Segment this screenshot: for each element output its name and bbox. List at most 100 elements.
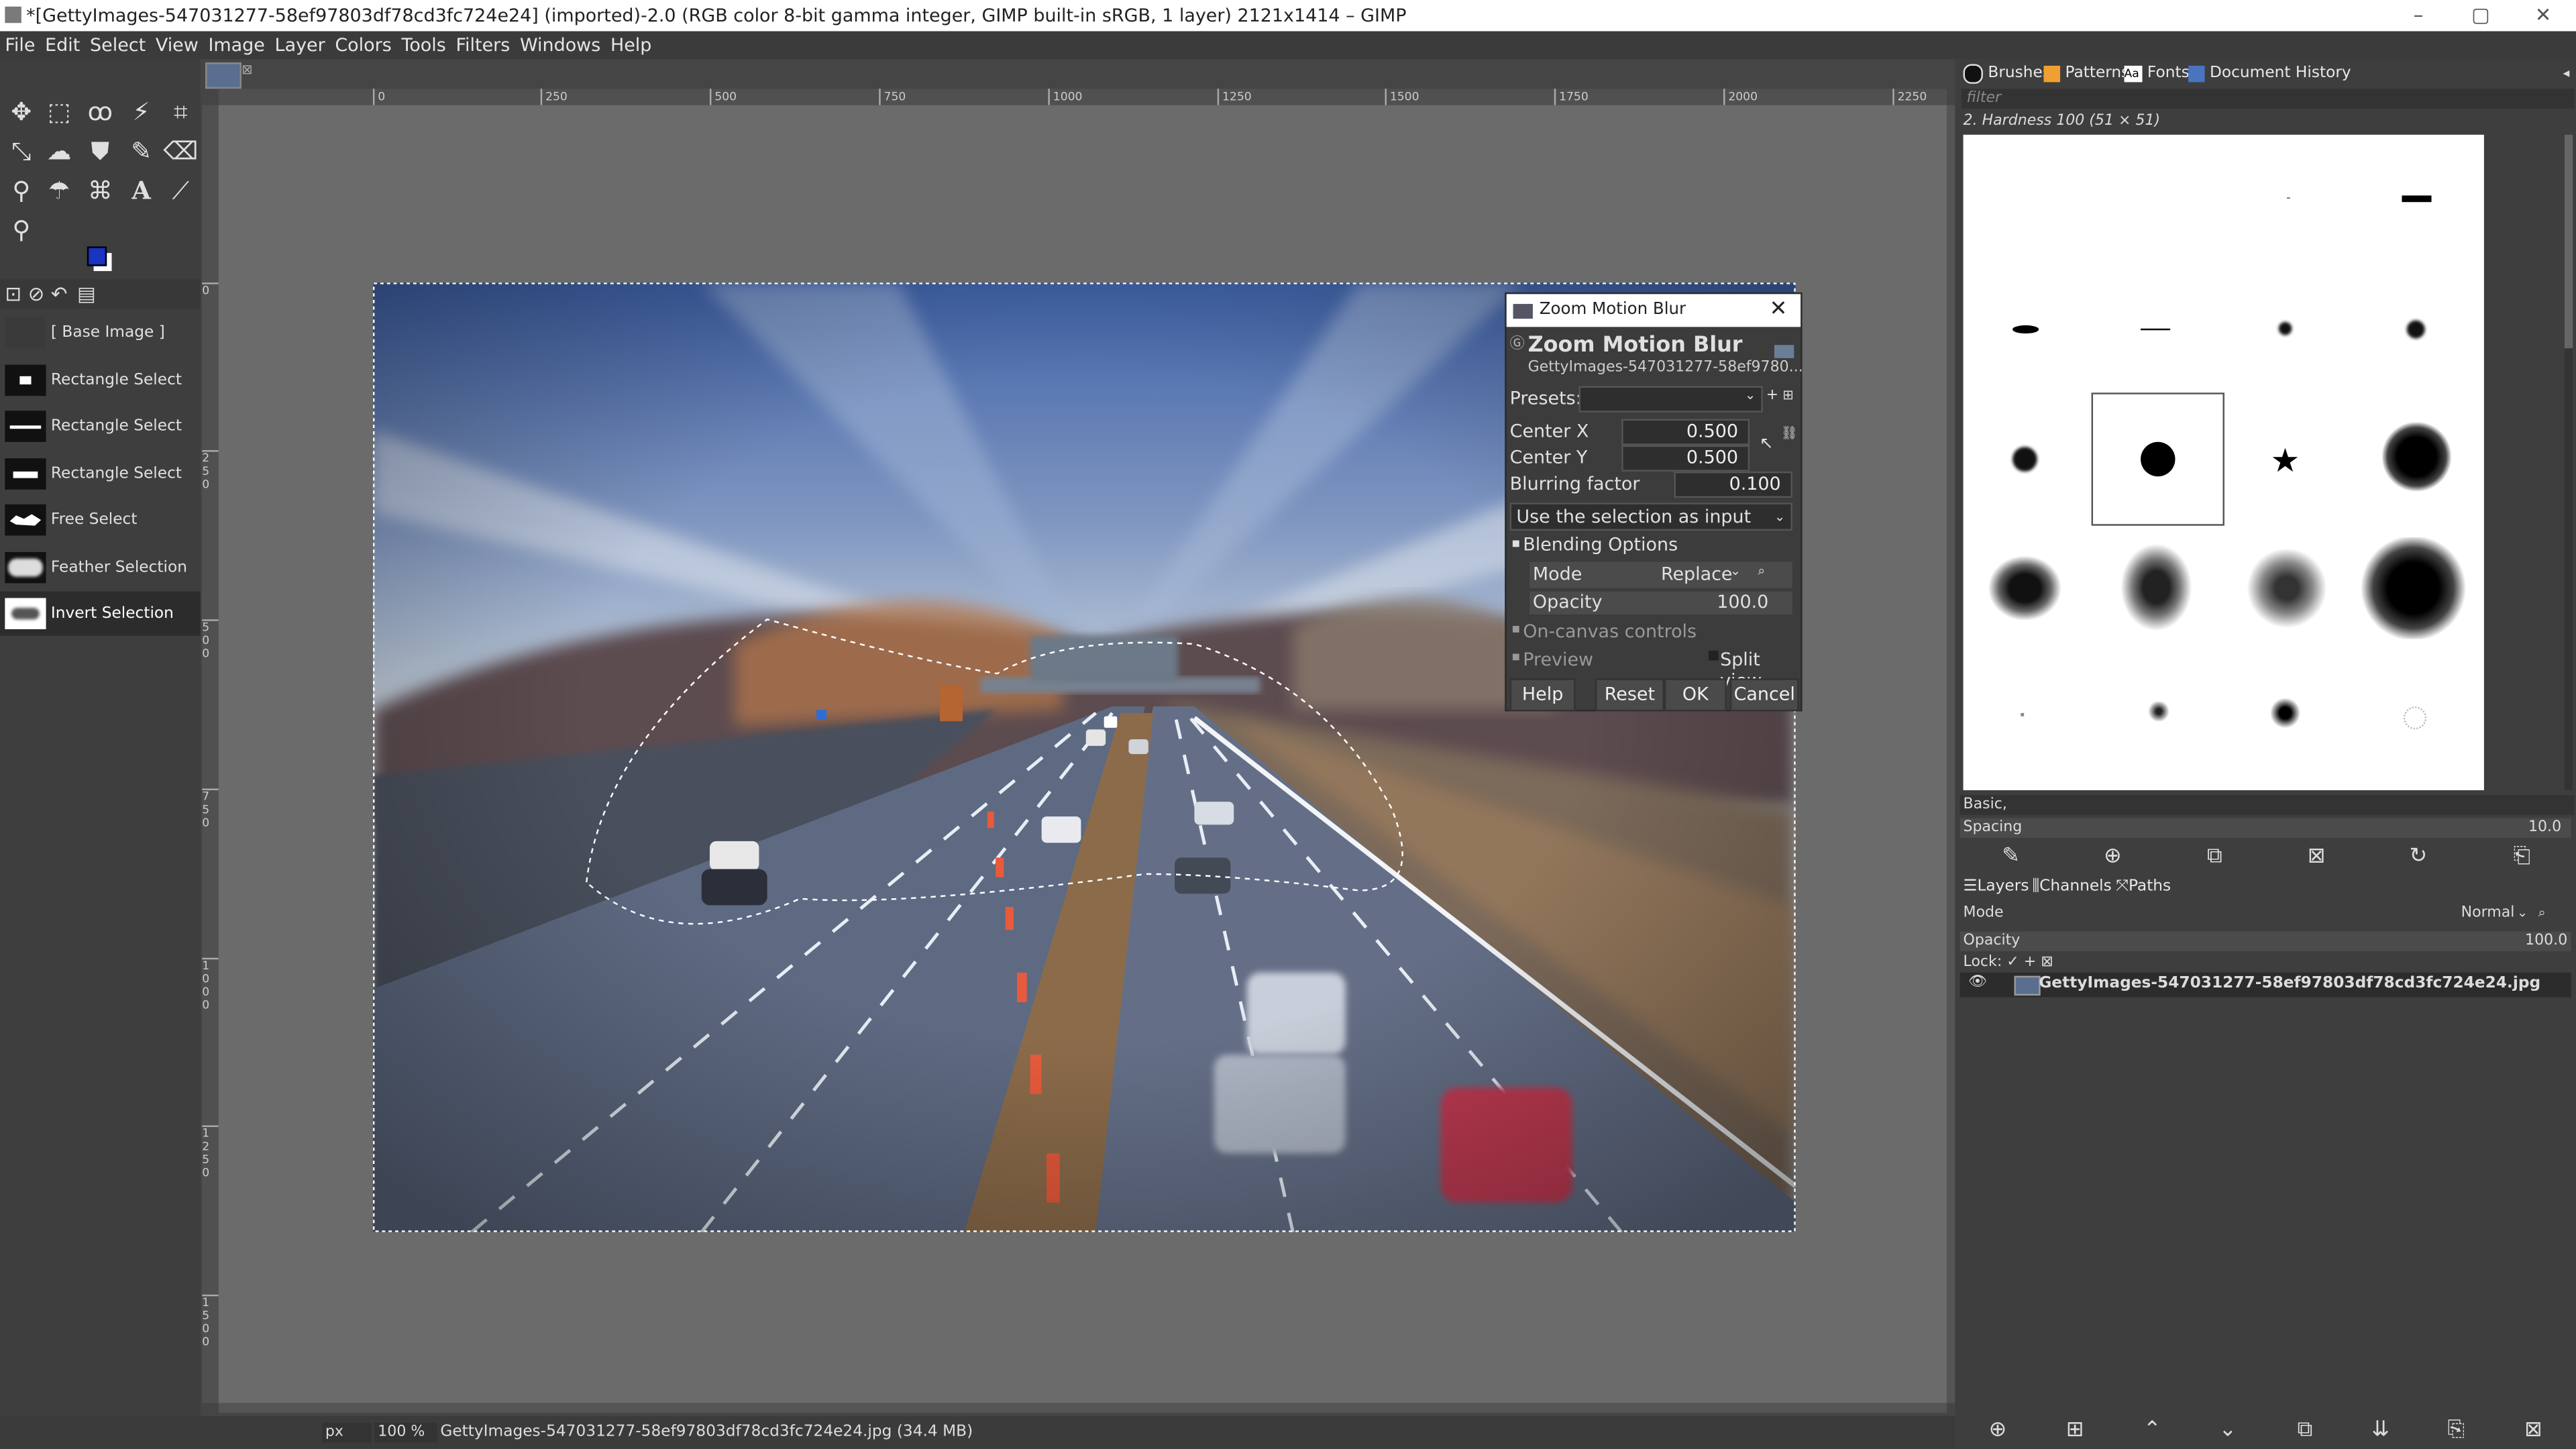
ok-button[interactable]: OK: [1664, 678, 1727, 712]
expand-icon[interactable]: ▪: [1511, 621, 1520, 636]
opacity-row[interactable]: Opacity 100.0: [1529, 591, 1792, 614]
refresh-brushes-icon[interactable]: ↻: [2405, 845, 2431, 871]
delete-layer-icon[interactable]: ⊠: [2520, 1417, 2546, 1444]
menu-help[interactable]: Help: [606, 32, 657, 60]
paintbrush-icon[interactable]: ✎: [123, 133, 160, 169]
tab-document-history[interactable]: Document History: [2188, 62, 2351, 85]
brush-soft-medium[interactable]: [2406, 320, 2425, 339]
mode-combo[interactable]: Replace: [1661, 564, 1733, 585]
new-layer-group-icon[interactable]: ⊞: [2061, 1417, 2088, 1444]
brush-oval[interactable]: [2012, 325, 2039, 334]
layer-mode-combo[interactable]: Normal: [2461, 905, 2515, 921]
unit-combo[interactable]: px: [322, 1422, 372, 1443]
crop-icon[interactable]: ⌗: [162, 94, 199, 130]
warp-icon[interactable]: ☁: [41, 133, 77, 169]
unified-transform-icon[interactable]: ⤡: [3, 133, 40, 169]
brush-acrylic[interactable]: [2382, 422, 2451, 492]
composite-mode-icon[interactable]: ⌕: [2538, 905, 2546, 921]
duplicate-layer-icon[interactable]: ⧉: [2292, 1417, 2318, 1444]
blur-factor-field[interactable]: 0.100: [1674, 471, 1792, 498]
blending-options-expander[interactable]: Blending Options: [1523, 534, 1678, 555]
duplicate-brush-icon[interactable]: ⧉: [2202, 845, 2228, 871]
brush-charcoal[interactable]: [2119, 542, 2194, 633]
rect-select-icon[interactable]: ⬚: [41, 94, 77, 130]
undo-history-tab-icon[interactable]: ↶: [51, 282, 68, 305]
menu-view[interactable]: View: [151, 32, 204, 60]
history-item[interactable]: [ Base Image ]: [0, 311, 201, 355]
brush-star[interactable]: ★: [2271, 440, 2300, 480]
visibility-eye-icon[interactable]: 👁: [1968, 974, 1987, 990]
brush-hardness-075[interactable]: [2012, 447, 2037, 472]
menu-colors[interactable]: Colors: [330, 32, 396, 60]
history-item[interactable]: Rectangle Select: [0, 404, 201, 448]
image-tab-thumbnail[interactable]: [205, 62, 242, 89]
foreground-color-swatch[interactable]: [87, 246, 107, 266]
clone-icon[interactable]: ⚲: [3, 172, 40, 209]
brush-grunge[interactable]: [2267, 698, 2304, 728]
lower-layer-icon[interactable]: ⌄: [2214, 1417, 2241, 1444]
center-y-field[interactable]: 0.500: [1621, 445, 1750, 472]
new-layer-icon[interactable]: ⊕: [1984, 1417, 2010, 1444]
tab-patterns[interactable]: Patterns: [2043, 62, 2129, 85]
smudge-icon[interactable]: ☂: [41, 172, 77, 209]
fuzzy-select-icon[interactable]: ⚡: [123, 94, 160, 130]
brush-filter-input[interactable]: filter: [1962, 89, 2575, 109]
brush-scatter[interactable]: [2143, 701, 2174, 722]
layer-row[interactable]: 👁 GettyImages-547031277-58ef97803df78cd3…: [1960, 972, 2571, 998]
close-icon[interactable]: ✕: [1770, 294, 1788, 327]
lock-controls[interactable]: Lock: ✓ + ⊠: [1964, 955, 2053, 971]
history-item[interactable]: Feather Selection: [0, 545, 201, 590]
vertical-scrollbar[interactable]: [1947, 105, 1955, 1403]
tab-brushes[interactable]: Brushes: [1963, 62, 2051, 85]
brush-dot[interactable]: [2021, 712, 2025, 716]
bucket-fill-icon[interactable]: ⛊: [82, 133, 118, 169]
history-item[interactable]: Rectangle Select: [0, 358, 201, 402]
dock-menu-icon[interactable]: ◂: [2563, 66, 2569, 80]
preset-menu-icon[interactable]: ⊞: [1782, 388, 1793, 402]
edit-brush-icon[interactable]: ✎: [1998, 845, 2024, 871]
tab-channels[interactable]: ⫼Channels: [2032, 875, 2111, 898]
eraser-icon[interactable]: ⌫: [162, 133, 199, 169]
zoom-combo[interactable]: 100 %: [374, 1422, 437, 1443]
color-picker-icon[interactable]: ⟋: [162, 172, 199, 209]
close-window-button[interactable]: ✕: [2510, 0, 2576, 32]
zoom-icon[interactable]: ⚲: [3, 212, 40, 248]
layer-mask-icon[interactable]: ⎘: [2443, 1417, 2469, 1444]
tab-fonts[interactable]: Aa Fonts: [2124, 62, 2190, 85]
brush-chalk[interactable]: [1988, 555, 2062, 621]
menu-image[interactable]: Image: [203, 32, 270, 60]
add-preset-icon[interactable]: +: [1766, 388, 1778, 404]
delete-brush-icon[interactable]: ⊠: [2303, 845, 2329, 871]
move-icon[interactable]: ✥: [3, 94, 40, 130]
composite-mode-icon[interactable]: ⌕: [1758, 564, 1765, 580]
brush-soft-small[interactable]: [2278, 322, 2292, 335]
tab-paths[interactable]: ⤧Paths: [2116, 875, 2171, 898]
brush-grid[interactable]: ★: [1963, 134, 2484, 790]
brush-splatter[interactable]: [2361, 537, 2466, 639]
menu-file[interactable]: File: [0, 32, 40, 60]
pick-coordinates-icon[interactable]: ↖: [1760, 435, 1774, 453]
brush-scrollbar[interactable]: [2564, 134, 2573, 790]
text-icon[interactable]: A: [123, 172, 160, 209]
brush-block[interactable]: [2402, 195, 2432, 203]
raise-layer-icon[interactable]: ⌃: [2139, 1417, 2165, 1444]
close-image-tab-icon[interactable]: ⊠: [241, 62, 252, 77]
history-item[interactable]: Rectangle Select: [0, 451, 201, 496]
maximize-button[interactable]: ▢: [2448, 0, 2514, 32]
brush-pixel[interactable]: [2287, 197, 2290, 199]
input-source-combo[interactable]: Use the selection as input ⌄: [1509, 502, 1792, 531]
merge-layer-icon[interactable]: ⇊: [2367, 1417, 2394, 1444]
on-canvas-controls-expander[interactable]: On-canvas controls: [1523, 621, 1697, 643]
device-status-tab-icon[interactable]: ⊘: [28, 282, 45, 305]
menu-edit[interactable]: Edit: [40, 32, 85, 60]
tool-options-tab-icon[interactable]: ⊡: [5, 282, 21, 305]
menu-windows[interactable]: Windows: [515, 32, 606, 60]
opacity-field[interactable]: 100.0: [1717, 592, 1768, 613]
menu-tools[interactable]: Tools: [396, 32, 451, 60]
brush-as-image-icon[interactable]: ⎗: [2509, 845, 2535, 871]
reset-button[interactable]: Reset: [1595, 678, 1664, 712]
images-tab-icon[interactable]: ▤: [77, 282, 96, 305]
paths-icon[interactable]: ⌘: [82, 172, 118, 209]
brush-texture[interactable]: [2403, 706, 2427, 730]
menu-filters[interactable]: Filters: [451, 32, 515, 60]
